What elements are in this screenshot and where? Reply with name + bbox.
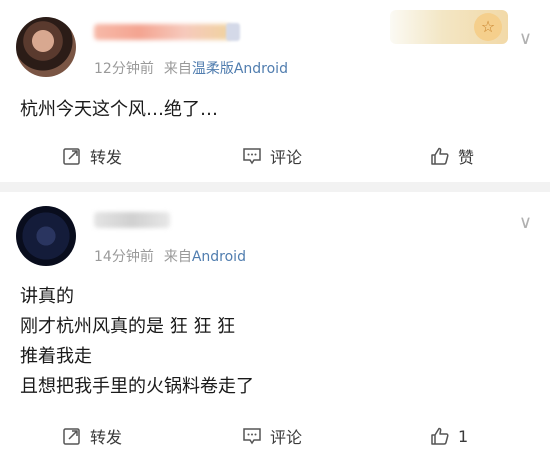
like-button[interactable]: 1 — [430, 416, 468, 456]
source-prefix: 来自 — [163, 249, 192, 265]
post-line: 刚才杭州风真的是 狂 狂 狂 — [20, 316, 236, 337]
username-blurred[interactable] — [94, 24, 230, 40]
repost-icon — [63, 148, 80, 165]
repost-label: 转发 — [90, 428, 123, 447]
repost-button[interactable]: 转发 — [62, 416, 122, 456]
like-label: 赞 — [458, 148, 475, 167]
chevron-down-icon[interactable]: ∨ — [519, 214, 532, 232]
repost-button[interactable]: 转发 — [62, 136, 122, 176]
source-prefix: 来自 — [163, 61, 192, 77]
like-count: 1 — [458, 426, 469, 446]
comment-icon — [243, 148, 261, 165]
weibo-post: ∨ 14分钟前 来自Android 讲真的 刚才杭州风真的是 狂 狂 狂 推着我走… — [0, 192, 550, 461]
chevron-down-icon[interactable]: ∨ — [519, 30, 532, 48]
comment-button[interactable]: 评论 — [242, 416, 302, 456]
source-client-link[interactable]: 温柔版Android — [192, 61, 288, 77]
thumbs-up-icon — [431, 427, 449, 445]
post-line: 讲真的 — [20, 286, 74, 307]
post-divider — [0, 182, 550, 192]
post-actions: 转发 评论 赞 — [0, 136, 550, 176]
thumbs-up-icon — [431, 147, 449, 165]
medal-star-icon: ☆ — [474, 13, 502, 41]
post-line: 杭州今天这个风…绝了… — [20, 99, 218, 120]
weibo-post: ☆ ∨ 12分钟前 来自温柔版Android 杭州今天这个风…绝了… 转发 评论 … — [0, 0, 550, 182]
post-content: 杭州今天这个风…绝了… — [20, 95, 218, 125]
repost-icon — [63, 428, 80, 445]
user-badge-icon — [226, 23, 240, 41]
comment-label: 评论 — [270, 428, 303, 447]
source-client-link[interactable]: Android — [192, 249, 246, 265]
comment-button[interactable]: 评论 — [242, 136, 302, 176]
post-line: 推着我走 — [20, 346, 92, 367]
avatar[interactable] — [16, 17, 76, 77]
post-meta: 14分钟前 来自Android — [94, 246, 246, 266]
username-blurred[interactable] — [94, 212, 170, 228]
repost-label: 转发 — [90, 148, 123, 167]
post-meta: 12分钟前 来自温柔版Android — [94, 58, 288, 78]
avatar[interactable] — [16, 206, 76, 266]
fan-medal-badge[interactable]: ☆ — [390, 10, 508, 44]
comment-icon — [243, 428, 261, 445]
post-content: 讲真的 刚才杭州风真的是 狂 狂 狂 推着我走 且想把我手里的火锅料卷走了 — [20, 282, 254, 402]
post-time: 14分钟前 — [94, 249, 154, 265]
like-button[interactable]: 赞 — [430, 136, 474, 176]
comment-label: 评论 — [270, 148, 303, 167]
post-line: 且想把我手里的火锅料卷走了 — [20, 376, 254, 397]
post-time: 12分钟前 — [94, 61, 154, 77]
post-actions: 转发 评论 1 — [0, 416, 550, 456]
